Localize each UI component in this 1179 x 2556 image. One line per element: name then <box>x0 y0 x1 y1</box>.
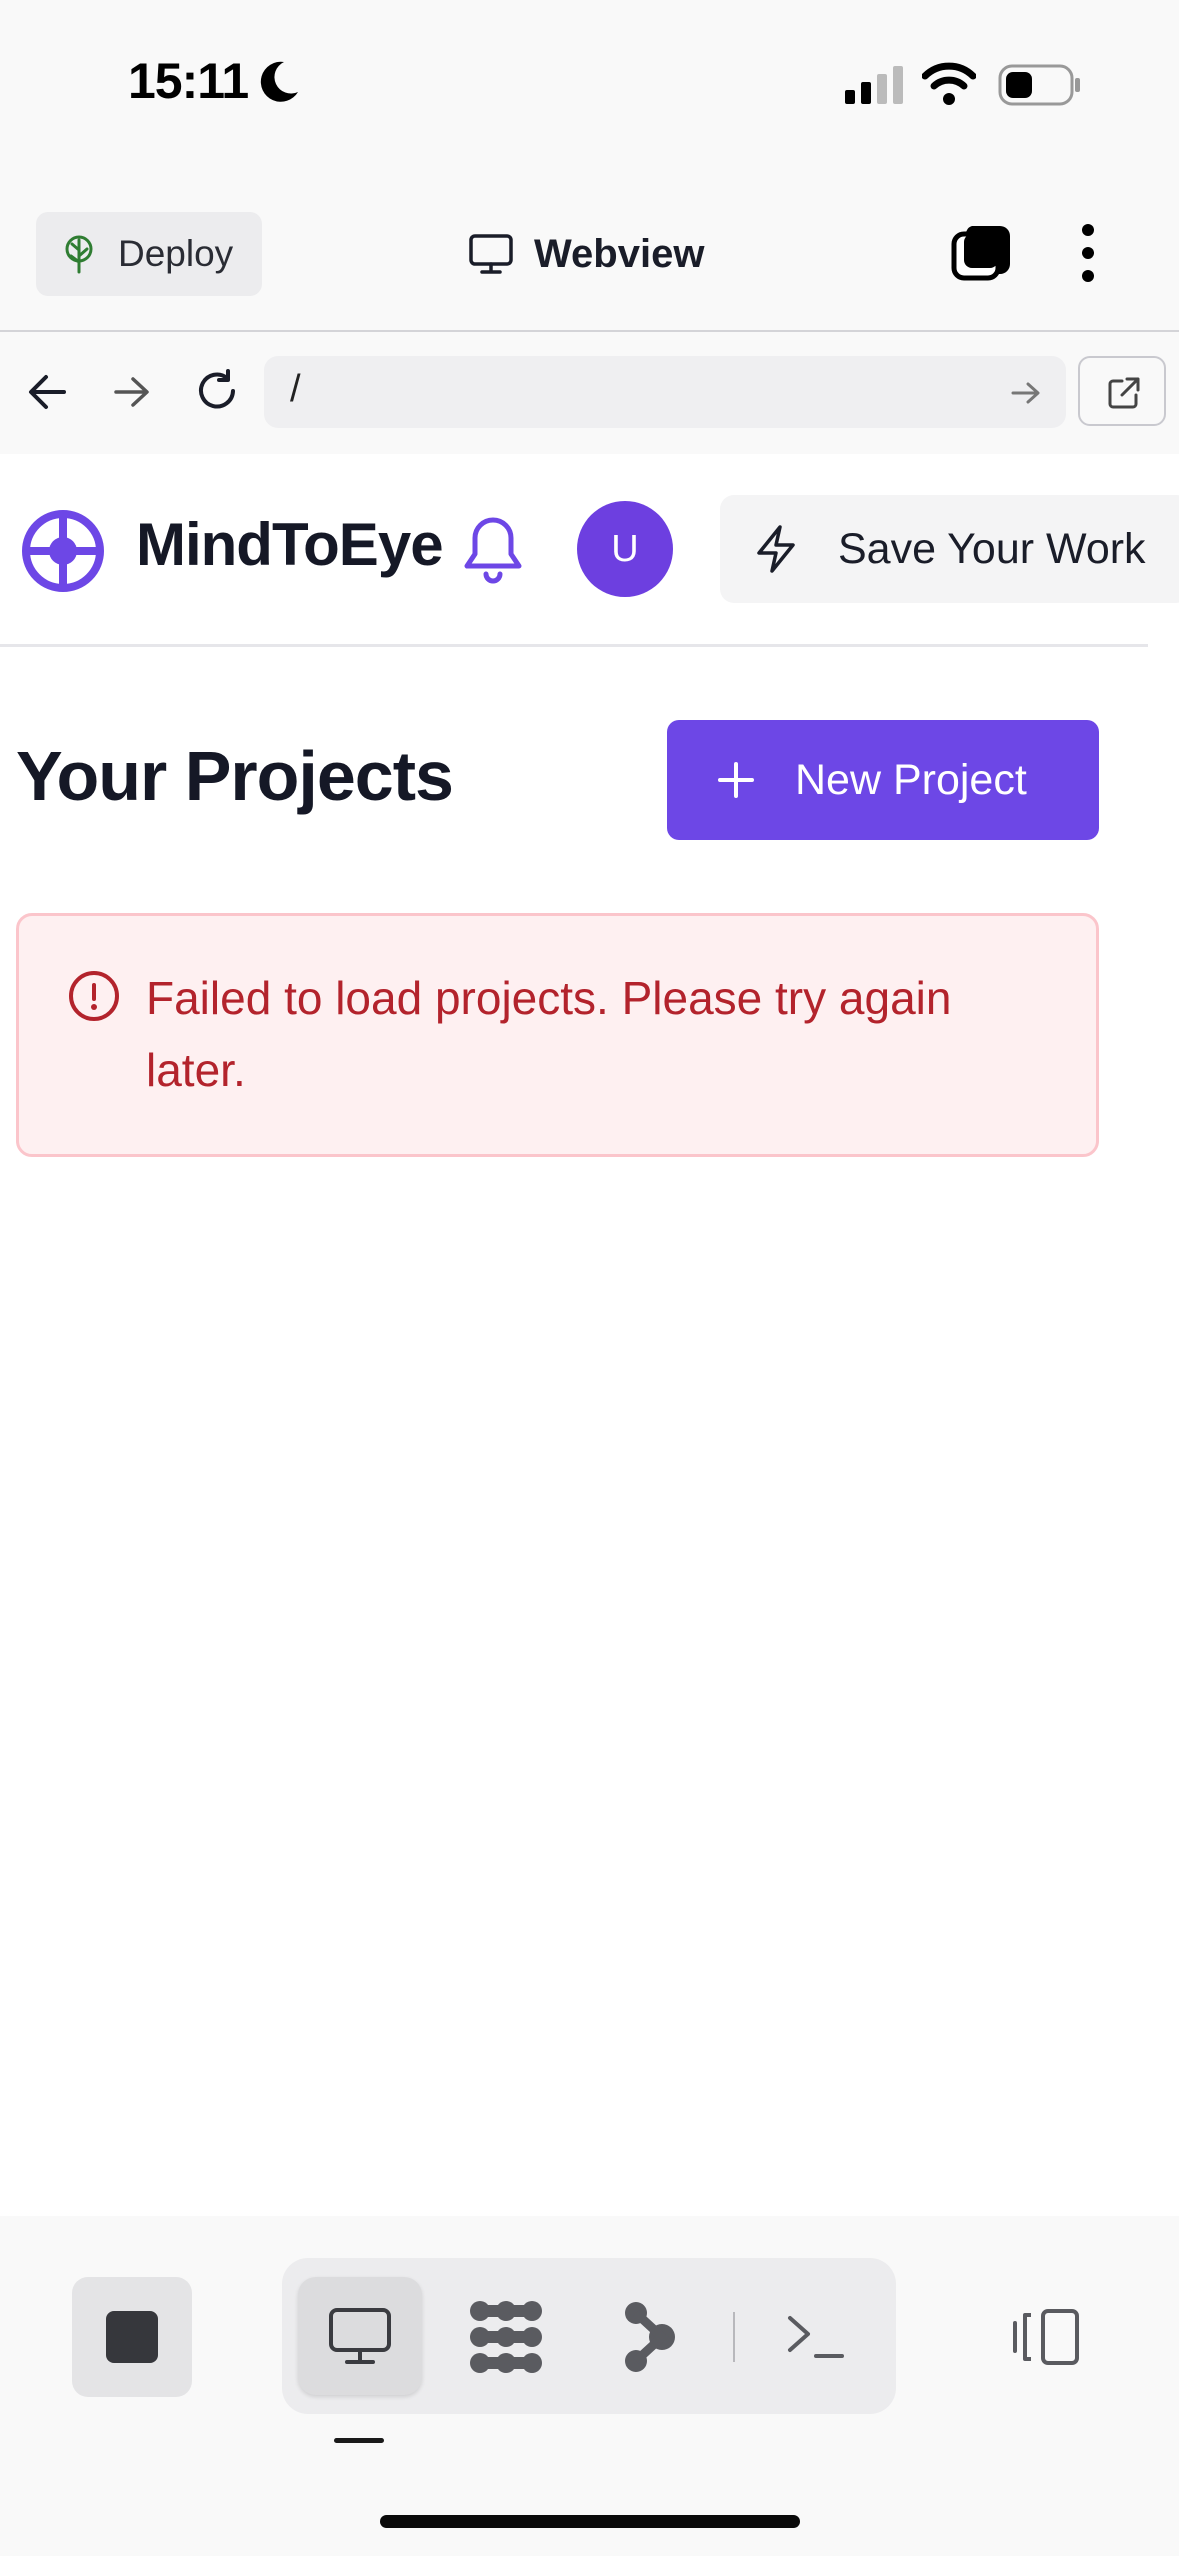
header-divider <box>0 644 1148 647</box>
stop-icon <box>106 2311 158 2363</box>
git-branch-icon <box>625 2302 675 2372</box>
error-message: Failed to load projects. Please try agai… <box>146 972 952 1096</box>
tool-separator <box>733 2312 735 2362</box>
save-your-work-button[interactable]: Save Your Work <box>720 495 1179 603</box>
deploy-label: Deploy <box>118 233 234 274</box>
forward-arrow-icon[interactable] <box>112 374 152 410</box>
new-project-label: New Project <box>795 755 1027 804</box>
signal-icon <box>845 66 903 104</box>
tool-terminal-button[interactable] <box>766 2282 866 2392</box>
tool-git-button[interactable] <box>600 2282 700 2392</box>
tool-webview-button[interactable] <box>298 2277 422 2395</box>
new-project-button[interactable]: New Project <box>667 720 1099 840</box>
save-your-work-label: Save Your Work <box>838 524 1146 573</box>
external-link-icon <box>1108 377 1140 409</box>
bell-icon[interactable] <box>462 514 524 586</box>
tabs-icon[interactable] <box>950 222 1014 284</box>
status-time: 15:11 <box>128 53 249 109</box>
terminal-icon <box>788 2316 844 2358</box>
moon-icon <box>260 61 298 102</box>
open-external-button[interactable] <box>1078 356 1166 426</box>
deploy-tree-icon <box>65 235 93 274</box>
monitor-icon <box>469 234 513 274</box>
active-tab-indicator <box>334 2438 384 2443</box>
url-text: / <box>290 368 301 410</box>
split-panel-button[interactable] <box>996 2282 1096 2392</box>
wifi-icon <box>922 62 976 105</box>
page-title: Your Projects <box>16 737 454 815</box>
monitor-icon <box>329 2308 391 2364</box>
go-arrow-icon[interactable] <box>1010 380 1042 406</box>
user-avatar[interactable]: U <box>577 501 673 597</box>
brand-name[interactable]: MindToEye <box>136 510 444 579</box>
stop-button[interactable] <box>72 2277 192 2397</box>
url-input[interactable] <box>264 356 1066 428</box>
home-indicator[interactable] <box>380 2515 800 2528</box>
reload-icon[interactable] <box>194 368 240 414</box>
webview-content <box>0 454 1179 2216</box>
info-circle-icon <box>69 971 119 1021</box>
deploy-button[interactable]: Deploy <box>36 212 262 296</box>
lightning-icon <box>757 525 795 573</box>
tool-packages-button[interactable] <box>456 2282 556 2392</box>
webview-title: Webview <box>468 222 704 286</box>
battery-icon <box>998 64 1080 106</box>
plus-icon <box>718 762 754 798</box>
more-vertical-icon[interactable] <box>1080 222 1096 284</box>
split-panel-icon <box>1013 2309 1079 2365</box>
logo-crosshair-icon[interactable] <box>20 508 106 594</box>
grid-dots-icon <box>470 2301 542 2373</box>
webview-label: Webview <box>534 231 705 276</box>
back-arrow-icon[interactable] <box>26 372 68 412</box>
